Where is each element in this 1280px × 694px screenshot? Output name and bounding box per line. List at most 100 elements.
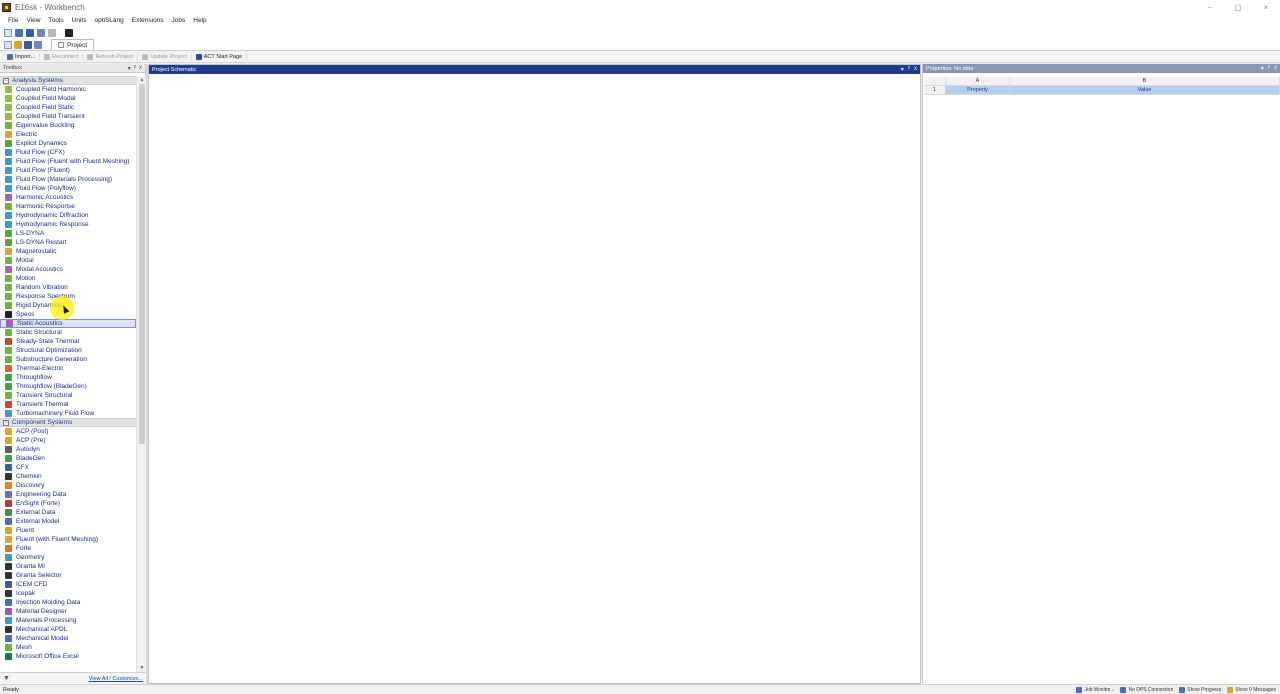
toolbox-dropdown-icon[interactable]: ▾ <box>128 65 131 72</box>
reconnect-button[interactable]: Reconnect <box>40 53 84 60</box>
maximize-button[interactable]: ▢ <box>1224 0 1252 15</box>
show-progress-button[interactable]: Show Progress <box>1179 687 1221 693</box>
toolbox-item-acp-post[interactable]: ACP (Post) <box>0 427 136 436</box>
open-project-icon[interactable] <box>15 28 23 37</box>
toolbox-item-steady-state-thermal[interactable]: Steady-State Thermal <box>0 337 136 346</box>
toolbox-scrollbar[interactable]: ▲ ▼ <box>136 76 146 672</box>
category-component-systems[interactable]: − Component Systems <box>0 418 136 427</box>
toolbox-item-autodyn[interactable]: Autodyn <box>0 445 136 454</box>
dps-connection-button[interactable]: No DPS Connection <box>1120 687 1173 693</box>
category-analysis-systems[interactable]: − Analysis Systems <box>0 76 136 85</box>
toolbox-item-material-designer[interactable]: Material Designer <box>0 607 136 616</box>
properties-pin-icon[interactable]: ᵖ <box>1268 65 1270 72</box>
toolbox-item-coupled-field-static[interactable]: Coupled Field Static <box>0 103 136 112</box>
toolbox-item-transient-structural[interactable]: Transient Structural <box>0 391 136 400</box>
close-button[interactable]: × <box>1252 0 1280 15</box>
toolbox-item-forte[interactable]: Forte <box>0 544 136 553</box>
toolbox-item-ensight-forte[interactable]: EnSight (Forte) <box>0 499 136 508</box>
toolbox-item-thermal-electric[interactable]: Thermal-Electric <box>0 364 136 373</box>
scroll-down-icon[interactable]: ▼ <box>139 665 145 671</box>
toolbox-item-substructure-generation[interactable]: Substructure Generation <box>0 355 136 364</box>
update-project-button[interactable]: Update Project <box>138 53 192 60</box>
toolbox-close-icon[interactable]: x <box>139 65 142 72</box>
act-start-page-button[interactable]: ACT Start Page <box>192 53 248 60</box>
menu-jobs[interactable]: Jobs <box>168 17 190 24</box>
schematic-close-icon[interactable]: x <box>914 66 917 73</box>
folder-icon[interactable] <box>14 40 22 49</box>
toolbox-item-throughflow-bladegen[interactable]: Throughflow (BladeGen) <box>0 382 136 391</box>
toolbox-item-geometry[interactable]: Geometry <box>0 553 136 562</box>
toolbox-pin-icon[interactable]: ᵖ <box>134 65 136 72</box>
toolbox-item-fluent[interactable]: Fluent <box>0 526 136 535</box>
toolbox-item-granta-mi[interactable]: Granta MI <box>0 562 136 571</box>
toolbox-item-coupled-field-harmonic[interactable]: Coupled Field Harmonic <box>0 85 136 94</box>
toolbox-item-injection-molding-data[interactable]: Injection Molding Data <box>0 598 136 607</box>
schematic-pin-icon[interactable]: ᵖ <box>908 66 910 73</box>
toolbox-item-turbomachinery-fluid-flow[interactable]: Turbomachinery Fluid Flow <box>0 409 136 418</box>
toolbox-item-fluid-flow-materials-processing[interactable]: Fluid Flow (Materials Processing) <box>0 175 136 184</box>
toolbox-item-static-structural[interactable]: Static Structural <box>0 328 136 337</box>
toolbox-item-eigenvalue-buckling[interactable]: Eigenvalue Buckling <box>0 121 136 130</box>
menu-file[interactable]: File <box>4 17 22 24</box>
toolbox-item-chemkin[interactable]: Chemkin <box>0 472 136 481</box>
toolbox-item-hydrodynamic-diffraction[interactable]: Hydrodynamic Diffraction <box>0 211 136 220</box>
properties-close-icon[interactable]: x <box>1274 65 1277 72</box>
menu-view[interactable]: View <box>22 17 44 24</box>
tab-project[interactable]: Project <box>51 39 95 50</box>
toolbox-item-granta-selector[interactable]: Granta Selector <box>0 571 136 580</box>
column-a-header[interactable]: A <box>946 77 1010 86</box>
schematic-dropdown-icon[interactable]: ▾ <box>901 66 904 73</box>
toolbox-item-ls-dyna-restart[interactable]: LS-DYNA Restart <box>0 238 136 247</box>
menu-help[interactable]: Help <box>189 17 210 24</box>
collapse-icon[interactable]: − <box>3 419 9 426</box>
minimize-button[interactable]: – <box>1196 0 1224 15</box>
toolbox-item-mechanical-apdl[interactable]: Mechanical APDL <box>0 625 136 634</box>
toolbox-item-cfx[interactable]: CFX <box>0 463 136 472</box>
toolbox-item-fluid-flow-cfx[interactable]: Fluid Flow (CFX) <box>0 148 136 157</box>
disk-icon[interactable] <box>24 40 32 49</box>
column-b-header[interactable]: B <box>1010 77 1280 86</box>
toolbox-item-transient-thermal[interactable]: Transient Thermal <box>0 400 136 409</box>
toolbox-item-engineering-data[interactable]: Engineering Data <box>0 490 136 499</box>
toolbox-item-icem-cfd[interactable]: ICEM CFD <box>0 580 136 589</box>
save-as-icon-2[interactable] <box>34 40 42 49</box>
menu-optislang[interactable]: optiSLang <box>90 17 127 24</box>
properties-dropdown-icon[interactable]: ▾ <box>1261 65 1264 72</box>
scroll-up-icon[interactable]: ▲ <box>139 77 145 83</box>
toolbox-item-external-data[interactable]: External Data <box>0 508 136 517</box>
menu-tools[interactable]: Tools <box>44 17 67 24</box>
menu-extensions[interactable]: Extensions <box>128 17 168 24</box>
toolbox-item-icepak[interactable]: Icepak <box>0 589 136 598</box>
toolbox-item-bladegen[interactable]: BladeGen <box>0 454 136 463</box>
job-monitor-button[interactable]: Job Monitor... <box>1076 687 1114 693</box>
scroll-thumb[interactable] <box>139 84 145 444</box>
toolbox-item-magnetostatic[interactable]: Magnetostatic <box>0 247 136 256</box>
toolbox-item-motion[interactable]: Motion <box>0 274 136 283</box>
filter-icon[interactable]: ▼ <box>3 675 10 682</box>
new-project-icon[interactable] <box>4 28 12 37</box>
toolbox-item-microsoft-office-excel[interactable]: Microsoft Office Excel <box>0 652 136 661</box>
toolbox-item-acp-pre[interactable]: ACP (Pre) <box>0 436 136 445</box>
toolbox-item-external-model[interactable]: External Model <box>0 517 136 526</box>
monitor-icon[interactable] <box>65 28 73 37</box>
toolbox-item-harmonic-acoustics[interactable]: Harmonic Acoustics <box>0 193 136 202</box>
new-icon[interactable] <box>4 40 12 49</box>
toolbox-item-structural-optimization[interactable]: Structural Optimization <box>0 346 136 355</box>
save-icon[interactable] <box>26 28 34 37</box>
toolbox-item-fluid-flow-fluent-with-fluent-meshing[interactable]: Fluid Flow (Fluent with Fluent Meshing) <box>0 157 136 166</box>
toolbox-item-hydrodynamic-response[interactable]: Hydrodynamic Response <box>0 220 136 229</box>
toolbox-item-materials-processing[interactable]: Materials Processing <box>0 616 136 625</box>
toolbox-item-explicit-dynamics[interactable]: Explicit Dynamics <box>0 139 136 148</box>
toolbox-item-coupled-field-transient[interactable]: Coupled Field Transient <box>0 112 136 121</box>
toolbox-item-throughflow[interactable]: Throughflow <box>0 373 136 382</box>
toolbox-item-electric[interactable]: Electric <box>0 130 136 139</box>
menu-units[interactable]: Units <box>68 17 91 24</box>
toolbox-item-mechanical-model[interactable]: Mechanical Model <box>0 634 136 643</box>
refresh-project-button[interactable]: Refresh Project <box>83 53 139 60</box>
collapse-icon[interactable]: − <box>3 77 9 84</box>
toolbox-item-modal[interactable]: Modal <box>0 256 136 265</box>
toolbox-item-fluent-with-fluent-meshing[interactable]: Fluent (with Fluent Meshing) <box>0 535 136 544</box>
toolbox-item-modal-acoustics[interactable]: Modal Acoustics <box>0 265 136 274</box>
archive-icon[interactable] <box>48 28 56 37</box>
import-button[interactable]: Import... <box>3 53 41 60</box>
